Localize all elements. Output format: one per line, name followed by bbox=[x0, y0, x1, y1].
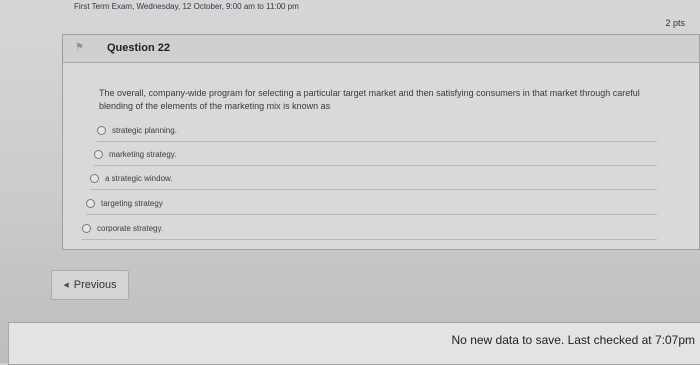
answer-option[interactable]: corporate strategy. bbox=[82, 217, 657, 240]
answer-option[interactable]: marketing strategy. bbox=[94, 143, 657, 166]
radio-button[interactable] bbox=[86, 198, 95, 208]
flag-icon[interactable]: ⚑ bbox=[75, 42, 87, 54]
exam-title: First Term Exam, Wednesday, 12 October, … bbox=[74, 2, 299, 11]
caret-left-icon: ◀ bbox=[63, 282, 69, 289]
answer-option[interactable]: targeting strategy bbox=[86, 192, 657, 215]
answer-label: corporate strategy. bbox=[97, 223, 164, 233]
save-status-text: No new data to save. Last checked at 7:0… bbox=[451, 333, 695, 347]
answer-option[interactable]: strategic planning. bbox=[97, 119, 657, 142]
previous-button[interactable]: ◀ Previous bbox=[51, 270, 129, 300]
question-text: The overall, company-wide program for se… bbox=[99, 88, 640, 111]
question-card: ⚑ Question 22 2 pts The overall, company… bbox=[62, 18, 700, 250]
radio-button[interactable] bbox=[94, 149, 103, 159]
answer-label: targeting strategy bbox=[101, 198, 163, 208]
question-header: ⚑ Question 22 bbox=[63, 35, 699, 63]
answer-label: marketing strategy. bbox=[109, 149, 177, 159]
save-status-bar: No new data to save. Last checked at 7:0… bbox=[8, 322, 700, 365]
previous-label: Previous bbox=[73, 279, 117, 291]
answer-label: a strategic window. bbox=[105, 173, 173, 183]
radio-button[interactable] bbox=[97, 125, 106, 135]
question-points: 2 pts bbox=[665, 18, 685, 28]
question-title: Question 22 bbox=[107, 42, 170, 54]
answer-option[interactable]: a strategic window. bbox=[90, 167, 657, 190]
radio-button[interactable] bbox=[90, 173, 99, 183]
answer-label: strategic planning. bbox=[112, 125, 177, 135]
radio-button[interactable] bbox=[82, 223, 91, 233]
quiz-page: First Term Exam, Wednesday, 12 October, … bbox=[0, 0, 700, 365]
